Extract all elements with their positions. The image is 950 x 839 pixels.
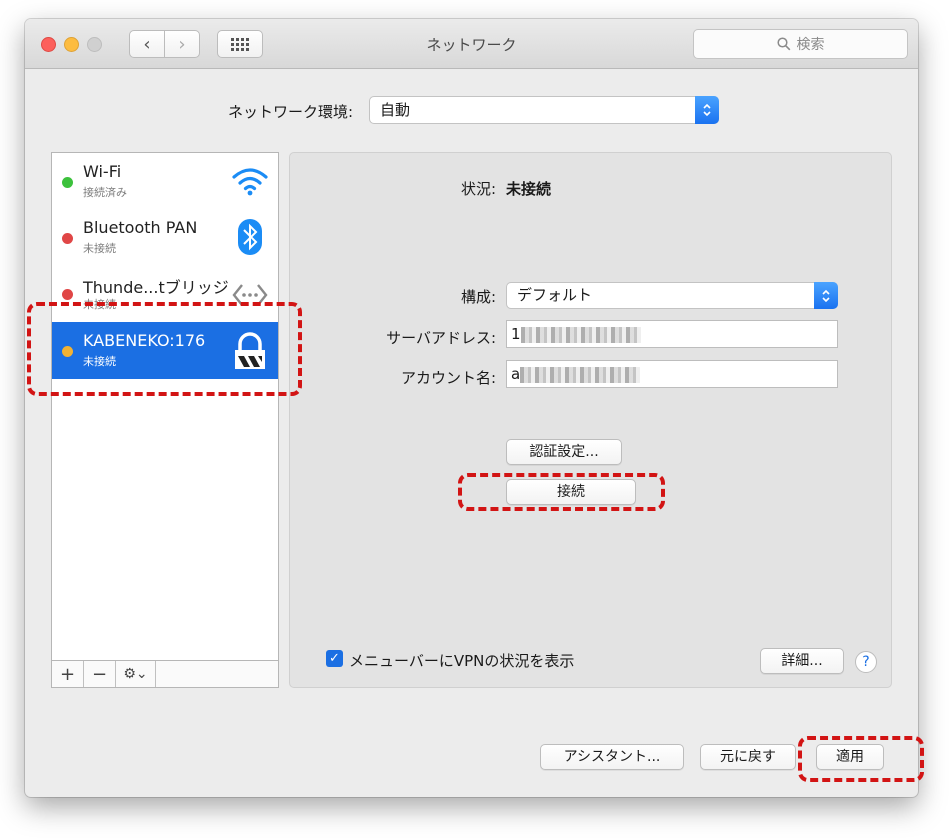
service-list: Wi-Fi 接続済み Bluetooth PAN 未接続 Thunde...tブ… <box>51 152 279 688</box>
gear-icon: ⚙⌄ <box>123 666 148 682</box>
wifi-icon <box>232 168 268 196</box>
advanced-button[interactable]: 詳細... <box>760 648 844 674</box>
config-label: 構成: <box>460 288 496 306</box>
plus-icon: + <box>59 663 76 685</box>
sidebar-toolbar: + − ⚙⌄ <box>52 660 278 687</box>
location-select[interactable]: 自動 <box>369 96 719 124</box>
account-name-label: アカウント名: <box>400 369 496 387</box>
updown-chevron-icon <box>695 96 719 124</box>
help-button[interactable]: ? <box>855 651 877 673</box>
show-vpn-status-checkbox[interactable]: ✓ <box>326 650 343 667</box>
service-name: Bluetooth PAN <box>83 218 198 237</box>
status-dot <box>62 177 73 188</box>
service-status: 未接続 <box>83 242 116 255</box>
config-select[interactable]: デフォルト <box>506 282 838 309</box>
service-item-wifi[interactable]: Wi-Fi 接続済み <box>52 153 278 209</box>
service-status: 接続済み <box>83 186 127 199</box>
highlight-vpn-service <box>27 302 302 396</box>
account-name-field[interactable]: a <box>506 360 838 388</box>
server-address-field[interactable]: 1 <box>506 320 838 348</box>
config-value: デフォルト <box>517 286 593 304</box>
remove-service-button[interactable]: − <box>84 661 116 687</box>
auth-settings-button[interactable]: 認証設定... <box>506 439 622 465</box>
minus-icon: − <box>91 663 108 685</box>
service-item-bluetooth-pan[interactable]: Bluetooth PAN 未接続 <box>52 209 278 265</box>
highlight-apply-button <box>798 736 924 782</box>
assistant-button[interactable]: アシスタント... <box>540 744 684 770</box>
updown-chevron-icon <box>814 282 838 309</box>
highlight-connect-button <box>458 473 665 511</box>
status-dot <box>62 233 73 244</box>
location-label: ネットワーク環境: <box>228 103 354 121</box>
account-name-value: a <box>511 365 521 383</box>
revert-button[interactable]: 元に戻す <box>700 744 796 770</box>
service-name: Thunde...tブリッジ <box>83 278 229 297</box>
bluetooth-icon <box>238 219 262 255</box>
server-address-label: サーバアドレス: <box>386 329 496 347</box>
service-name: Wi-Fi <box>83 162 122 181</box>
redacted-text <box>520 326 641 343</box>
status-label: 状況: <box>460 180 496 198</box>
network-preferences-window: ‹ › ネットワーク 検索 ネットワーク環境: 自動 Wi-Fi 接続済み Bl… <box>25 19 918 797</box>
status-dot <box>62 289 73 300</box>
redacted-text <box>520 366 641 383</box>
title-bar: ‹ › ネットワーク 検索 <box>25 19 918 69</box>
search-field[interactable]: 検索 <box>693 29 908 59</box>
search-placeholder: 検索 <box>796 37 825 53</box>
status-value: 未接続 <box>506 180 552 198</box>
search-icon <box>776 37 790 51</box>
server-address-value: 1 <box>511 325 521 343</box>
vpn-detail-panel: 状況: 未接続 構成: デフォルト サーバアドレス: 1 アカウント名: a 認… <box>289 152 892 688</box>
location-value: 自動 <box>380 101 411 119</box>
checkmark-icon: ✓ <box>329 651 340 666</box>
add-service-button[interactable]: + <box>52 661 84 687</box>
service-actions-button[interactable]: ⚙⌄ <box>116 661 156 687</box>
show-vpn-status-label: メニューバーにVPNの状況を表示 <box>349 652 575 670</box>
